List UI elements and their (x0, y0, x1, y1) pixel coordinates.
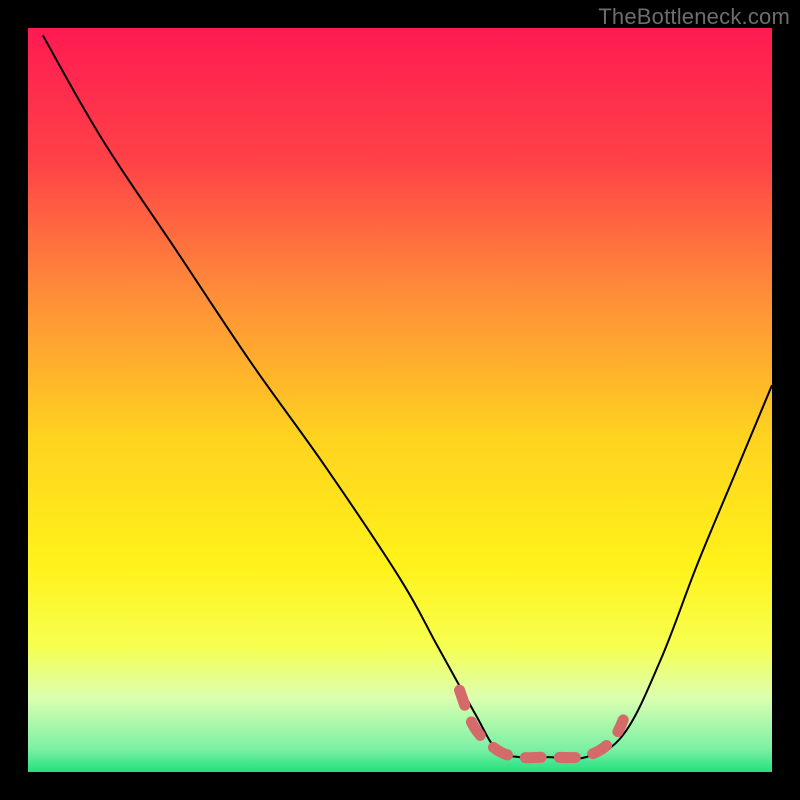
plot-area (28, 28, 772, 772)
bottleneck-curve (43, 35, 772, 758)
chart-frame: TheBottleneck.com (0, 0, 800, 800)
optimal-highlight (460, 690, 624, 758)
watermark-label: TheBottleneck.com (598, 4, 790, 30)
curve-layer (28, 28, 772, 772)
